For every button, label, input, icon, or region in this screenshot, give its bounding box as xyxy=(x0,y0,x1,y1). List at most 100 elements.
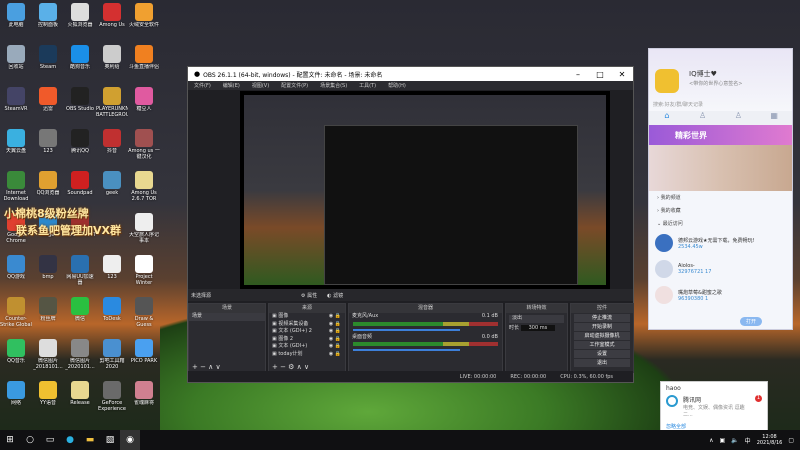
maximize-button[interactable]: □ xyxy=(589,70,611,79)
desktop-icon[interactable]: 网易UU加速器 xyxy=(64,255,96,286)
control-button[interactable]: 启动虚拟摄像机 xyxy=(574,332,630,340)
desktop-icon[interactable]: Among us 一键汉化 xyxy=(128,129,160,160)
task-view-icon[interactable]: ▭ xyxy=(40,430,60,450)
desktop-icon[interactable]: Draw & Guess xyxy=(128,297,160,328)
desktop-icon[interactable]: SteamVR xyxy=(0,87,32,112)
desktop-icon[interactable]: 斗鱼直播伴侣 xyxy=(128,45,160,70)
source-controls[interactable]: + − ⚙ ∧ ∨ xyxy=(272,363,309,371)
desktop-icon[interactable]: bmp xyxy=(32,255,64,280)
control-button[interactable]: 停止推流 xyxy=(574,314,630,322)
network-icon[interactable]: ▣ xyxy=(720,437,726,444)
desktop-icon[interactable]: ToDesk xyxy=(96,297,128,322)
menu-item[interactable]: 场景集合(S) xyxy=(320,82,347,89)
action-center-icon[interactable]: ▢ xyxy=(788,437,794,444)
desktop-icon[interactable]: 粉丝牌 xyxy=(32,297,64,322)
desktop-icon[interactable]: Counter-Strike Global Off... xyxy=(0,297,32,328)
desktop-icon[interactable]: geek xyxy=(96,171,128,196)
desktop-icon[interactable]: OBS Studio xyxy=(64,87,96,112)
signature[interactable]: <带你的世界心意签名> xyxy=(689,80,742,87)
desktop-icon[interactable]: 微信 xyxy=(64,297,96,322)
desktop-icon[interactable]: GeForce Experience xyxy=(96,381,128,412)
open-button[interactable]: 打开 xyxy=(739,317,762,326)
filters-button[interactable]: ◐ 滤镜 xyxy=(327,292,343,299)
close-button[interactable]: ✕ xyxy=(611,70,633,79)
desktop-icon[interactable]: PLAYERUNKNOWN'S BATTLEGROUNDS xyxy=(96,87,128,118)
desktop-icon[interactable]: Internet Download xyxy=(0,171,32,202)
desktop-icon[interactable]: Among Us xyxy=(96,3,128,28)
desktop-icon[interactable]: 雀魂麻将 xyxy=(128,381,160,406)
visibility-eye-icon[interactable]: ◉ 🔒 xyxy=(329,313,345,321)
avatar[interactable] xyxy=(655,69,679,93)
recent-item[interactable]: 嘴炮草莓&甜蜜之歌 96390380 1 xyxy=(649,282,792,308)
desktop-icon[interactable]: 微信图片_2018101... xyxy=(32,339,64,370)
notification-popup[interactable]: haoo 腾讯网 电竞、文娱、偶像资讯 逗趣二... 1 忽略全部 xyxy=(660,381,768,431)
desktop-icon[interactable]: 此电脑 xyxy=(0,3,32,28)
snipping-icon[interactable]: ▧ xyxy=(100,430,120,450)
desktop-icon[interactable]: 火绒安全软件 xyxy=(128,3,160,28)
desktop-icon[interactable]: Among Us 2.6.7 TOR xyxy=(128,171,160,202)
duration-input[interactable]: 300 ms xyxy=(520,324,556,331)
volume-icon[interactable]: 🔈 xyxy=(731,437,738,444)
tab-contacts-icon[interactable]: ♙ xyxy=(685,111,721,125)
source-item[interactable]: ▣ 文本 (GDI+) 2 ◉ 🔒 xyxy=(269,328,345,336)
recent-item[interactable]: 德邦云游戏★无需下载，免费畅玩! 2534.45w xyxy=(649,230,792,256)
desktop-icon[interactable]: 抖音 xyxy=(96,129,128,154)
desktop-icon[interactable]: YY语音 xyxy=(32,381,64,406)
desktop-icon[interactable]: 控制面板 xyxy=(32,3,64,28)
tab-apps-icon[interactable]: ▦ xyxy=(756,111,792,125)
desktop-icon[interactable]: 天翼云盘 xyxy=(0,129,32,154)
visibility-eye-icon[interactable]: ◉ 🔒 xyxy=(329,328,345,336)
volume-slider[interactable] xyxy=(353,328,461,331)
source-item[interactable]: ▣ 文本 (GDI+) ◉ 🔒 xyxy=(269,343,345,351)
menu-item[interactable]: 文件(F) xyxy=(194,82,211,89)
menu-item[interactable]: 帮助(H) xyxy=(388,82,406,89)
desktop-icon[interactable]: 迅雷 xyxy=(32,87,64,112)
promo-images[interactable] xyxy=(649,145,792,191)
desktop-icon[interactable]: 火狐浏览器 xyxy=(64,3,96,28)
source-item[interactable]: ▣ 图像 ◉ 🔒 xyxy=(269,313,345,321)
scene-item[interactable]: 场景 xyxy=(189,313,265,321)
transition-select[interactable]: 淡出 xyxy=(509,315,564,323)
desktop-icon[interactable]: 回收站 xyxy=(0,45,32,70)
promo-banner[interactable]: 精彩世界 xyxy=(649,125,792,145)
recent-visits[interactable]: ⌄ 最近访问 xyxy=(649,217,792,230)
desktop-icon[interactable]: 糖豆人 xyxy=(128,87,160,112)
tab-groups-icon[interactable]: ♙ xyxy=(721,111,757,125)
tab-home-icon[interactable]: ⌂ xyxy=(649,111,685,125)
desktop-icon[interactable]: QQ游戏 xyxy=(0,255,32,280)
scene-controls[interactable]: + − ∧ ∨ xyxy=(192,363,221,371)
desktop-icon[interactable]: 123 xyxy=(96,255,128,280)
minimize-button[interactable]: – xyxy=(567,70,589,79)
desktop-icon[interactable]: 腾讯QQ xyxy=(64,129,96,154)
search-icon[interactable]: ○ xyxy=(20,430,40,450)
desktop-icon[interactable]: 酷狗音乐 xyxy=(64,45,96,70)
desktop-icon[interactable]: Project Winter xyxy=(128,255,160,286)
desktop-icon[interactable]: QQ浏览器 xyxy=(32,171,64,196)
my-favorites[interactable]: › 我的收藏 xyxy=(649,204,792,217)
control-button[interactable]: 设置 xyxy=(574,350,630,358)
tray-chevron-icon[interactable]: ∧ xyxy=(709,437,713,444)
menu-item[interactable]: 配置文件(P) xyxy=(281,82,308,89)
menu-item[interactable]: 工具(T) xyxy=(359,82,376,89)
my-channels[interactable]: › 我的频道 xyxy=(649,191,792,204)
volume-slider[interactable] xyxy=(353,349,461,351)
source-item[interactable]: ▣ 图像 2 ◉ 🔒 xyxy=(269,336,345,344)
desktop-icon[interactable]: 网络 xyxy=(0,381,32,406)
desktop-icon[interactable]: Release xyxy=(64,381,96,406)
source-item[interactable]: ▣ today计划 ◉ 🔒 xyxy=(269,351,345,359)
edge-icon[interactable]: ● xyxy=(60,430,80,450)
recent-item[interactable]: Aiolos- 32976721 17 xyxy=(649,256,792,282)
desktop-icon[interactable]: QQ音乐 xyxy=(0,339,32,364)
desktop-icon[interactable]: 剪吧工具箱2020 xyxy=(96,339,128,370)
desktop-icon[interactable]: 微信图片_2020101... xyxy=(64,339,96,370)
visibility-eye-icon[interactable]: ◉ 🔒 xyxy=(329,351,345,359)
desktop-icon[interactable]: 123 xyxy=(32,129,64,154)
desktop-icon[interactable]: 大空旅人序记事本 xyxy=(128,213,160,244)
ime-indicator[interactable]: 中 xyxy=(745,436,751,445)
menu-item[interactable]: 编辑(E) xyxy=(223,82,240,89)
preview-canvas[interactable] xyxy=(240,91,610,289)
control-button[interactable]: 工作室模式 xyxy=(574,341,630,349)
properties-button[interactable]: ⚙ 属性 xyxy=(301,292,317,299)
desktop-icon[interactable]: 奥利给 xyxy=(96,45,128,70)
visibility-eye-icon[interactable]: ◉ 🔒 xyxy=(329,321,345,329)
